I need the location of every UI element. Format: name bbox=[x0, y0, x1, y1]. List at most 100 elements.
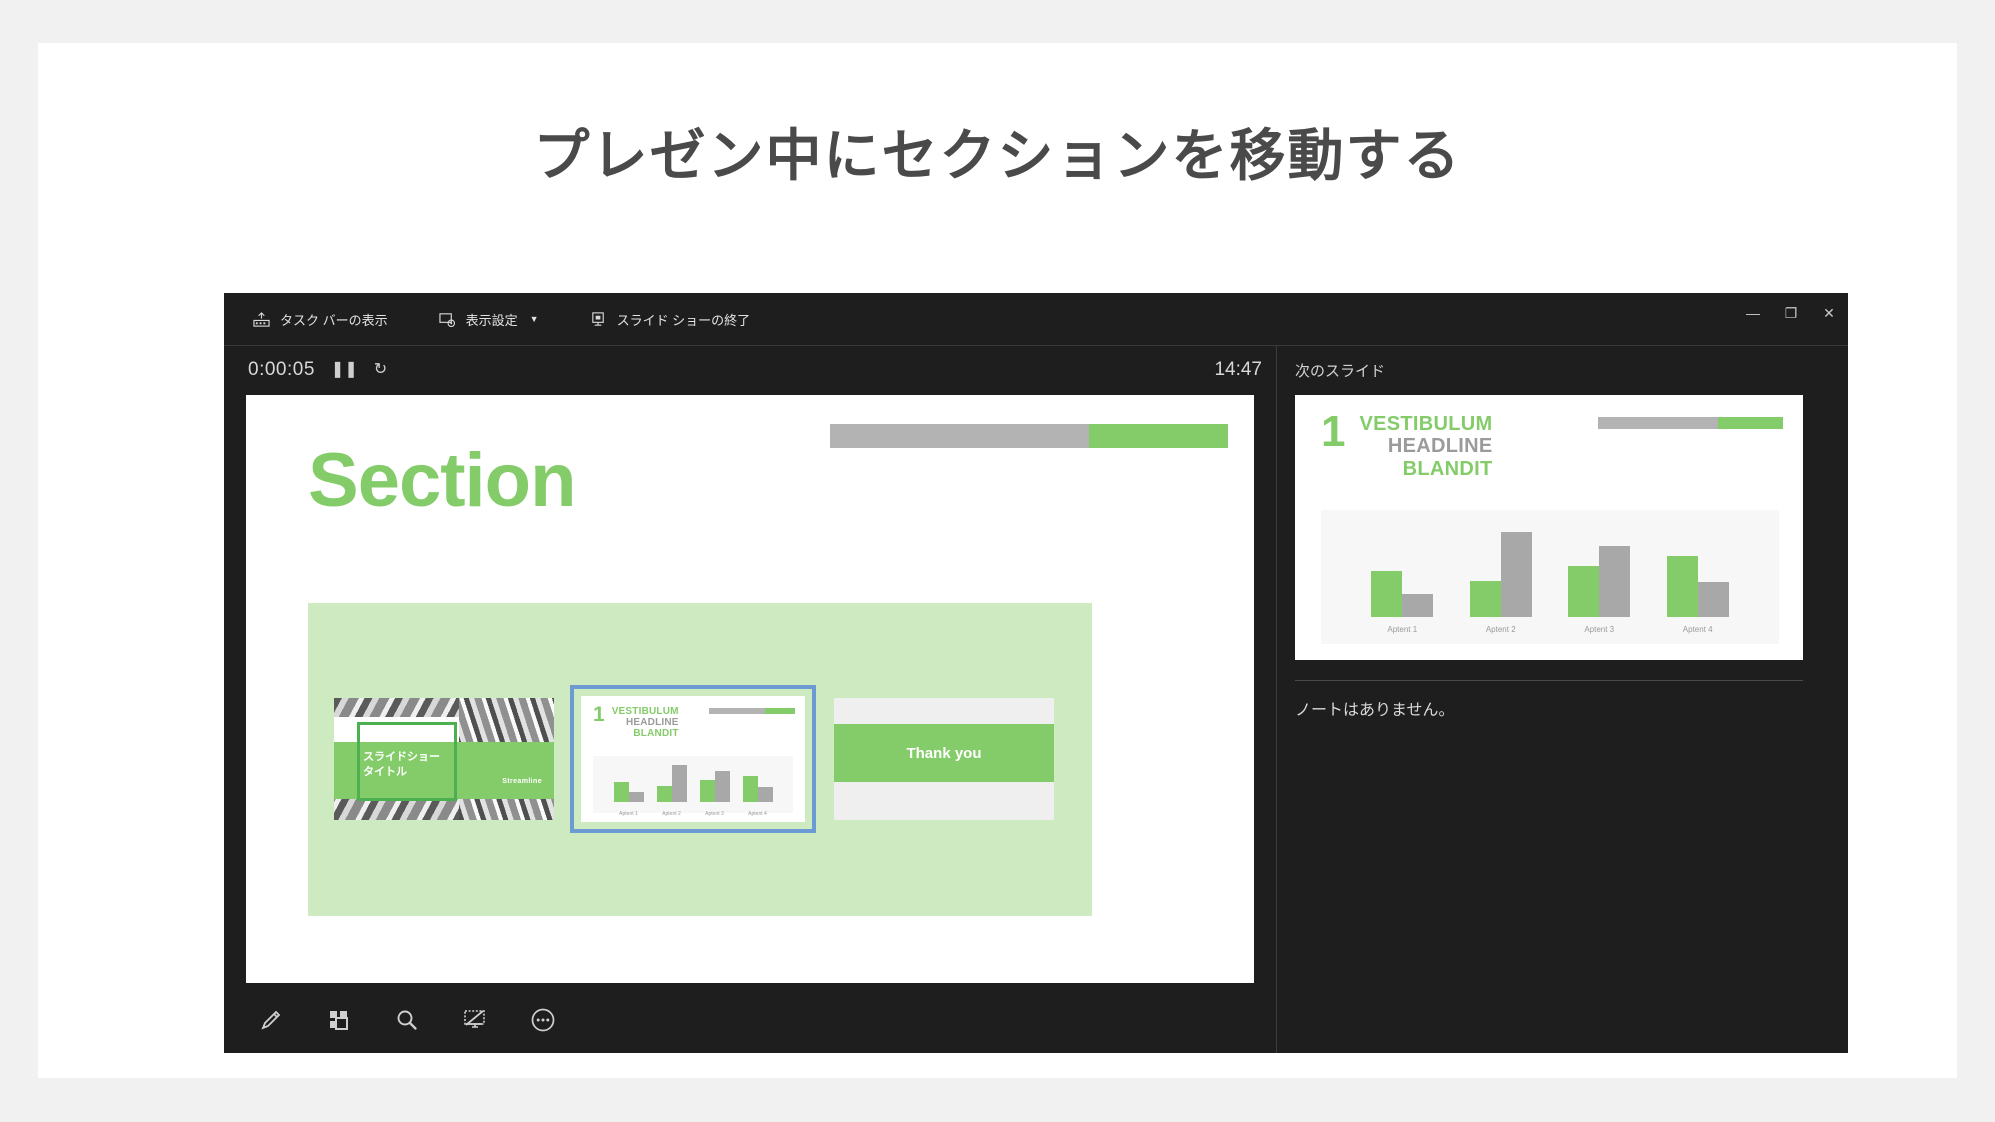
section-thumbnail-panel: スライドショー タイトル Streamline 1 VESTIBULUM HEA… bbox=[308, 603, 1092, 916]
current-slide-pane: 0:00:05 ❚❚ ↻ 14:47 Section スライドショー タイトル … bbox=[224, 346, 1276, 1053]
current-slide-canvas[interactable]: Section スライドショー タイトル Streamline 1 VESTIB… bbox=[246, 395, 1254, 983]
show-taskbar-label: タスク バーの表示 bbox=[280, 312, 388, 328]
zoom-button[interactable] bbox=[386, 999, 428, 1041]
bar-green bbox=[699, 779, 715, 802]
section-thumbnail-row: スライドショー タイトル Streamline 1 VESTIBULUM HEA… bbox=[334, 685, 1066, 833]
show-taskbar-button[interactable]: タスク バーの表示 bbox=[248, 305, 392, 334]
bar-green bbox=[1371, 570, 1403, 618]
close-button[interactable]: ✕ bbox=[1810, 296, 1848, 330]
bar-category-label: Aptent 3 bbox=[1584, 625, 1615, 635]
thumbnail-title-slide[interactable]: スライドショー タイトル Streamline bbox=[334, 698, 554, 820]
end-slideshow-label: スライド ショーの終了 bbox=[616, 312, 751, 328]
black-screen-button[interactable] bbox=[454, 999, 496, 1041]
minimize-button[interactable]: — bbox=[1734, 296, 1772, 330]
bar-group: Aptent 2 bbox=[1469, 521, 1532, 634]
bar-group: Aptent 3 bbox=[699, 761, 730, 817]
window-controls: — ❐ ✕ bbox=[1734, 293, 1848, 333]
thumbnail-heading-line-1: VESTIBULUM bbox=[611, 706, 679, 717]
next-heading-line-2: HEADLINE bbox=[1387, 435, 1493, 458]
bar-group: Aptent 4 bbox=[1666, 521, 1729, 634]
thumbnail-progress-bar bbox=[709, 708, 795, 714]
pause-timer-button[interactable]: ❚❚ bbox=[331, 362, 358, 378]
next-slide-progress-bar bbox=[1598, 417, 1783, 429]
bar-category-label: Aptent 4 bbox=[1682, 625, 1713, 635]
presenter-view-window: タスク バーの表示 表示設定 ▼ スライド ショーの終了 — ❐ ✕ 0:00:… bbox=[224, 293, 1848, 1053]
thumbnail-slide-number: 1 bbox=[593, 703, 605, 726]
timer-row: 0:00:05 ❚❚ ↻ bbox=[224, 346, 1276, 394]
slide-progress-bar bbox=[830, 424, 1228, 448]
bar-category-label: Aptent 3 bbox=[705, 810, 724, 817]
black-screen-icon bbox=[464, 1010, 485, 1028]
clock-block: 14:47 bbox=[1214, 346, 1262, 394]
thumbnail-heading-line-2: HEADLINE bbox=[625, 717, 679, 729]
bar-category-label: Aptent 4 bbox=[748, 810, 767, 817]
next-heading-line-1: VESTIBULUM bbox=[1359, 413, 1493, 435]
progress-green-segment bbox=[764, 708, 795, 714]
taskbar-icon bbox=[253, 311, 270, 327]
bar-group: Aptent 1 bbox=[613, 761, 644, 817]
pen-button[interactable] bbox=[250, 999, 292, 1041]
elapsed-timer: 0:00:05 bbox=[248, 359, 315, 380]
restart-timer-button[interactable]: ↻ bbox=[374, 362, 387, 378]
presenter-toolbar: タスク バーの表示 表示設定 ▼ スライド ショーの終了 — ❐ ✕ bbox=[224, 293, 1848, 346]
bar-green bbox=[1666, 556, 1698, 618]
page-title: プレゼン中にセクションを移動する bbox=[533, 124, 1462, 187]
end-show-icon bbox=[591, 311, 604, 326]
more-options-button[interactable] bbox=[522, 999, 564, 1041]
bar-category-label: Aptent 1 bbox=[1387, 625, 1418, 635]
bar-green bbox=[613, 781, 629, 802]
bar-gray bbox=[757, 786, 773, 802]
next-slide-pane: 次のスライド 1 VESTIBULUM HEADLINE BLANDIT Apt… bbox=[1276, 346, 1848, 1053]
page-card: プレゼン中にセクションを移動する タスク バーの表示 表示設定 ▼ スライド シ… bbox=[38, 43, 1957, 1078]
bar-gray bbox=[1697, 582, 1729, 618]
bar-gray bbox=[628, 791, 644, 802]
thumbnail-heading-line-3: BLANDIT bbox=[633, 728, 679, 740]
thumbnail-chart-slide-selected[interactable]: 1 VESTIBULUM HEADLINE BLANDIT Aptent 1 A… bbox=[570, 685, 816, 833]
bar-group: Aptent 2 bbox=[656, 761, 687, 817]
progress-gray-segment bbox=[830, 424, 1089, 448]
all-slides-button[interactable] bbox=[318, 999, 360, 1041]
zoom-icon bbox=[397, 1010, 417, 1030]
next-slide-preview[interactable]: 1 VESTIBULUM HEADLINE BLANDIT Aptent 1 Ap… bbox=[1295, 395, 1803, 660]
presenter-body: 0:00:05 ❚❚ ↻ 14:47 Section スライドショー タイトル … bbox=[224, 346, 1848, 1053]
thumbnail-closing-slide[interactable]: Thank you bbox=[834, 698, 1054, 820]
next-slide-heading: 1 VESTIBULUM HEADLINE BLANDIT bbox=[1321, 407, 1493, 480]
notes-divider bbox=[1295, 680, 1803, 681]
clock: 14:47 bbox=[1214, 359, 1262, 380]
bar-green bbox=[1469, 580, 1501, 618]
all-slides-icon bbox=[330, 1011, 348, 1030]
display-settings-icon bbox=[439, 312, 455, 327]
next-slide-number: 1 bbox=[1321, 407, 1346, 456]
bar-green bbox=[1568, 566, 1600, 618]
progress-green-segment bbox=[1088, 424, 1228, 448]
bar-category-label: Aptent 2 bbox=[662, 810, 681, 817]
bar-green bbox=[656, 786, 672, 802]
bar-group: Aptent 4 bbox=[742, 761, 773, 817]
section-title: Section bbox=[308, 438, 576, 523]
end-slideshow-button[interactable]: スライド ショーの終了 bbox=[585, 305, 755, 334]
bar-group: Aptent 1 bbox=[1371, 521, 1434, 634]
progress-gray-segment bbox=[709, 708, 765, 714]
thumbnail-brand-text: Streamline bbox=[502, 778, 542, 785]
next-slide-bar-chart: Aptent 1 Aptent 2 Aptent 3 Aptent 4 bbox=[1321, 510, 1779, 644]
next-heading-line-3: BLANDIT bbox=[1402, 457, 1493, 480]
bar-chart-bars: Aptent 1 Aptent 2 Aptent 3 Aptent 4 bbox=[607, 761, 779, 817]
bar-gray bbox=[1500, 532, 1532, 618]
progress-green-segment bbox=[1718, 417, 1783, 429]
display-settings-button[interactable]: 表示設定 ▼ bbox=[434, 305, 543, 334]
display-settings-label: 表示設定 bbox=[465, 312, 518, 328]
bar-chart-bars: Aptent 1 Aptent 2 Aptent 3 Aptent 4 bbox=[1353, 521, 1747, 634]
next-slide-label: 次のスライド bbox=[1295, 363, 1386, 380]
bar-category-label: Aptent 1 bbox=[619, 810, 638, 817]
closing-green-band: Thank you bbox=[834, 724, 1054, 782]
closing-text: Thank you bbox=[906, 744, 982, 762]
bar-gray bbox=[671, 765, 687, 802]
restore-button[interactable]: ❐ bbox=[1772, 296, 1810, 330]
bar-gray bbox=[1599, 545, 1631, 618]
thumbnail-title-text: スライドショー タイトル bbox=[363, 751, 440, 778]
more-options-icon bbox=[531, 1008, 555, 1032]
chevron-down-icon: ▼ bbox=[529, 314, 539, 324]
pen-icon bbox=[261, 1010, 281, 1030]
thumbnail-bar-chart: Aptent 1 Aptent 2 Aptent 3 Aptent 4 bbox=[593, 756, 793, 817]
thumbnail-chart-inner: 1 VESTIBULUM HEADLINE BLANDIT Aptent 1 A… bbox=[581, 696, 805, 822]
